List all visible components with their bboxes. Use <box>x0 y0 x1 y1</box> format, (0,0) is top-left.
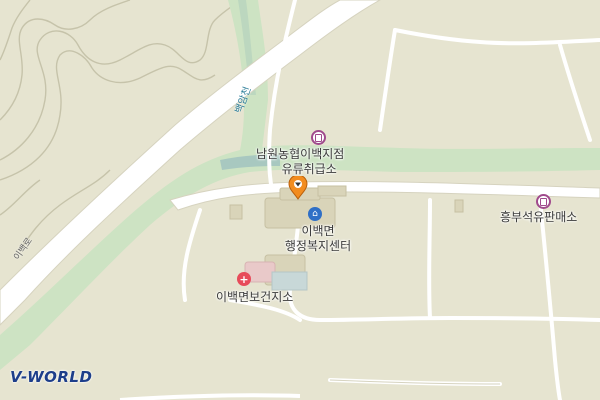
poi-label-nonghyup-line1: 남원농협이백지점 <box>256 147 345 161</box>
vworld-logo: V-WORLD <box>10 368 93 386</box>
fuel-pump-icon[interactable] <box>311 130 326 145</box>
poi-label-myeon-office-line2: 행정복지센터 <box>284 239 352 253</box>
poi-label-myeon-office[interactable]: 이백면 행정복지센터 <box>276 224 360 254</box>
poi-label-health-center[interactable]: 이백면보건지소 <box>216 290 293 305</box>
poi-label-heungbu[interactable]: 흥부석유판매소 <box>500 210 577 225</box>
red-cross-icon[interactable]: + <box>237 272 251 286</box>
map-view[interactable]: 백암천 이백로 남원농협이백지점 유류취급소 ⌂ 이백면 행정복지센터 + 이백… <box>0 0 600 400</box>
house-icon[interactable]: ⌂ <box>308 207 322 221</box>
poi-label-nonghyup-line2: 유류취급소 <box>281 162 337 176</box>
fuel-pump-icon[interactable] <box>536 194 551 209</box>
location-pin-icon[interactable] <box>288 176 308 200</box>
map-base <box>0 0 600 400</box>
poi-label-myeon-office-line1: 이백면 <box>301 224 335 238</box>
poi-label-nonghyup[interactable]: 남원농협이백지점 유류취급소 <box>256 147 344 177</box>
